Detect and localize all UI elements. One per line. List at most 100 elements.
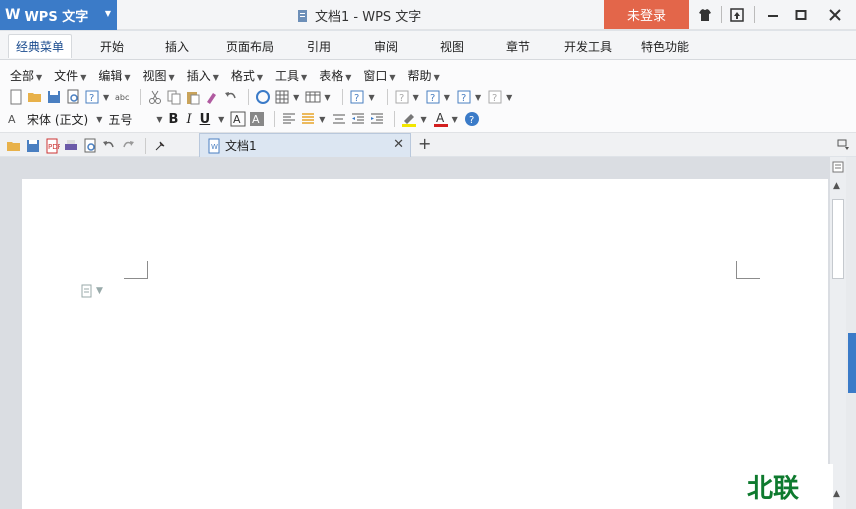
chevron-down-icon[interactable]: ▼ [218,115,224,124]
undo-icon[interactable] [101,138,117,154]
maximize-icon[interactable] [786,0,816,29]
app-menu-button[interactable]: W WPS 文字 ▼ [0,0,117,30]
chevron-down-icon[interactable]: ▼ [96,115,102,124]
document-page[interactable] [22,179,828,509]
cut-icon[interactable] [147,89,163,105]
help-placeholder-icon[interactable]: ? [394,89,410,105]
underline-button[interactable]: U [200,112,211,127]
table-grid-icon[interactable] [274,89,290,105]
print-preview-icon[interactable] [65,89,81,105]
tab-view[interactable]: 视图 [432,34,472,58]
save-icon[interactable] [25,138,41,154]
tab-review[interactable]: 审阅 [366,34,406,58]
chevron-down-icon[interactable]: ▼ [324,93,330,102]
help-icon[interactable]: ? [464,111,480,127]
new-doc-icon[interactable] [8,89,24,105]
svg-text:W: W [211,143,218,151]
paragraph-layout-icon[interactable]: ▼ [80,284,103,298]
chevron-down-icon[interactable]: ▼ [444,93,450,102]
align-left-icon[interactable] [281,111,297,127]
ribbon-toggle-icon[interactable] [836,137,850,154]
tab-chapter[interactable]: 章节 [498,34,538,58]
spellcheck-icon[interactable]: abc [115,89,131,105]
open-folder-icon[interactable] [6,138,22,154]
help-placeholder-icon[interactable]: ? [84,89,100,105]
increase-indent-icon[interactable] [369,111,385,127]
save-icon[interactable] [46,89,62,105]
char-shading-icon[interactable]: A [249,111,265,127]
menu-format[interactable]: 格式 ▼ [231,67,263,84]
tab-home[interactable]: 开始 [92,34,132,58]
scroll-up-icon[interactable]: ▲ [833,181,840,191]
help-placeholder-icon[interactable]: ? [487,89,503,105]
help-placeholder-icon[interactable]: ? [425,89,441,105]
pin-icon[interactable] [152,138,168,154]
menu-table[interactable]: 表格 ▼ [319,67,351,84]
format-painter-icon[interactable] [204,89,220,105]
chevron-down-icon[interactable]: ▼ [368,93,374,102]
chevron-down-icon[interactable]: ▼ [420,115,426,124]
chevron-down-icon[interactable]: ▼ [293,93,299,102]
help-placeholder-icon[interactable]: ? [456,89,472,105]
chevron-down-icon[interactable]: ▼ [319,115,325,124]
undo-icon[interactable] [223,89,239,105]
menu-help[interactable]: 帮助 ▼ [408,67,440,84]
menu-window[interactable]: 窗口 ▼ [363,67,395,84]
tab-classic-menu[interactable]: 经典菜单 [8,34,72,58]
italic-button[interactable]: I [186,112,191,127]
document-tab[interactable]: W 文档1 ✕ [199,133,411,157]
chevron-down-icon[interactable]: ▼ [475,93,481,102]
style-icon[interactable]: A [8,111,24,127]
chevron-down-icon[interactable]: ▼ [156,115,162,124]
insert-table-icon[interactable] [305,89,321,105]
line-spacing-icon[interactable] [300,111,316,127]
minimize-icon[interactable] [758,0,788,29]
menu-tools[interactable]: 工具 ▼ [275,67,307,84]
chevron-down-icon[interactable]: ▼ [506,93,512,102]
login-button[interactable]: 未登录 [604,0,689,29]
print-preview-icon[interactable] [82,138,98,154]
pdf-export-icon[interactable]: PDF [44,138,60,154]
scroll-down-icon[interactable]: ▲ [833,489,840,499]
copy-icon[interactable] [166,89,182,105]
font-name-select[interactable]: 宋体 (正文) [27,111,88,128]
font-size-select[interactable]: 五号 [108,111,132,128]
menu-all[interactable]: 全部 ▼ [10,67,42,84]
open-folder-icon[interactable] [27,89,43,105]
bold-button[interactable]: B [169,112,179,127]
menu-insert[interactable]: 插入 ▼ [187,67,219,84]
tab-page-layout[interactable]: 页面布局 [220,34,280,58]
new-tab-icon[interactable]: + [418,134,431,153]
chevron-down-icon[interactable]: ▼ [103,93,109,102]
vertical-scrollbar[interactable]: ▲ ▲ [830,157,846,509]
tab-developer[interactable]: 开发工具 [557,34,619,58]
scroll-settings-icon[interactable] [832,161,844,176]
paste-icon[interactable] [185,89,201,105]
scrollbar-thumb[interactable] [832,199,844,279]
menu-view[interactable]: 视图 ▼ [143,67,175,84]
highlight-icon[interactable] [401,111,417,127]
chevron-down-icon[interactable]: ▼ [413,93,419,102]
upload-icon[interactable] [722,0,752,29]
close-icon[interactable] [820,0,850,29]
font-color-icon[interactable]: A [433,111,449,127]
close-tab-icon[interactable]: ✕ [393,137,404,152]
chevron-down-icon[interactable]: ▼ [452,115,458,124]
chevron-down-icon: ▼ [104,9,111,18]
redo-icon[interactable] [120,138,136,154]
divider [145,138,146,154]
tab-insert[interactable]: 插入 [157,34,197,58]
tab-references[interactable]: 引用 [299,34,339,58]
decrease-indent-icon[interactable] [350,111,366,127]
skin-icon[interactable] [690,0,720,29]
menu-edit[interactable]: 编辑 ▼ [98,67,130,84]
tab-features[interactable]: 特色功能 [634,34,696,58]
print-icon[interactable] [63,138,79,154]
help-placeholder-icon[interactable]: ? [349,89,365,105]
menu-file[interactable]: 文件 ▼ [54,67,86,84]
char-border-icon[interactable]: A [230,111,246,127]
align-center-icon[interactable] [331,111,347,127]
side-panel-toggle[interactable] [848,333,856,393]
hyperlink-icon[interactable] [255,89,271,105]
divider [274,111,276,127]
